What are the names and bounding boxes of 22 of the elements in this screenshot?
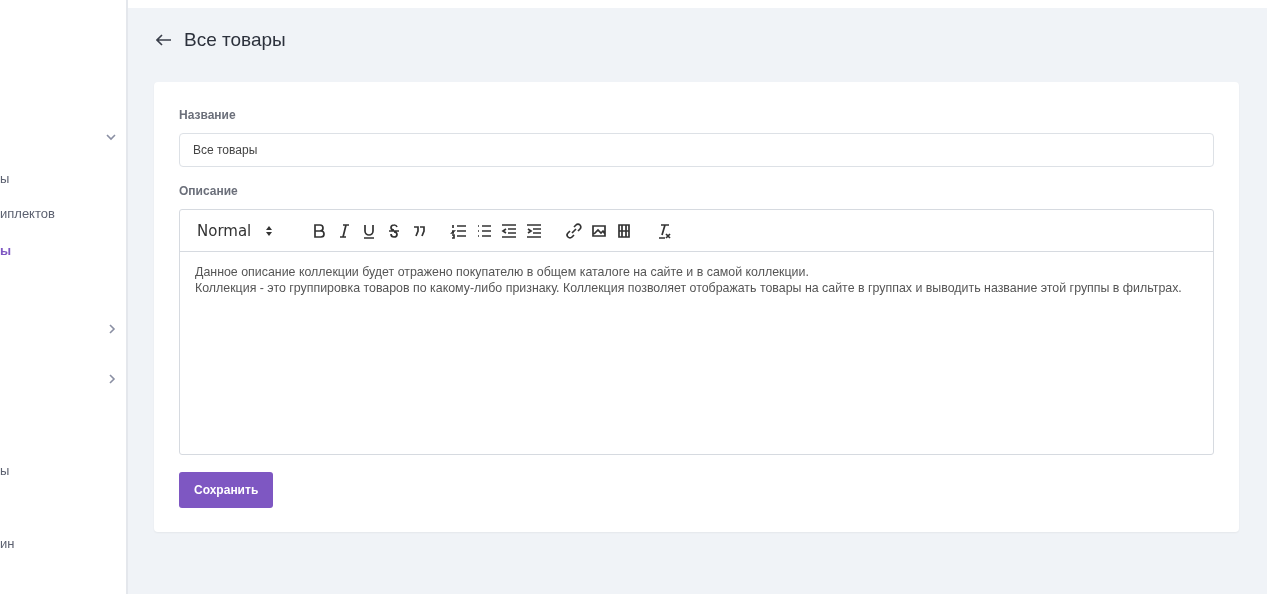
description-text: Коллекция - это группировка товаров по какому-либо признаку. Коллекция позволяет отображать товары на сайте в группах и выводить название этой группы в фильтрах. [195,280,1183,296]
outdent-icon[interactable] [500,221,518,240]
page-title: Все товары [184,29,286,51]
chevron-down-icon[interactable] [106,133,116,141]
sidebar-item[interactable]: иплектов [0,205,55,221]
sidebar-item[interactable]: ы [0,462,10,478]
link-icon[interactable] [565,221,583,240]
sidebar-item[interactable]: ы [0,170,10,186]
field-label: Описание [179,184,238,198]
indent-icon[interactable] [525,221,543,240]
sidebar-item[interactable]: ы [0,242,12,258]
back-arrow-icon[interactable] [156,34,172,46]
sidebar-item[interactable]: ин [0,535,15,551]
field-label: Название [179,108,236,122]
chevron-right-icon[interactable] [109,374,116,384]
sort-icon [265,224,274,237]
chevron-right-icon[interactable] [109,324,116,334]
name-field[interactable]: Все товары [179,133,1214,167]
save-button[interactable]: Сохранить [179,472,274,508]
description-text: Данное описание коллекции будет отражено покупателю в общем каталоге на сайте и в самой коллекции. [195,264,810,280]
film-icon[interactable] [615,221,633,240]
format-dropdown[interactable]: Normal [197,221,297,240]
